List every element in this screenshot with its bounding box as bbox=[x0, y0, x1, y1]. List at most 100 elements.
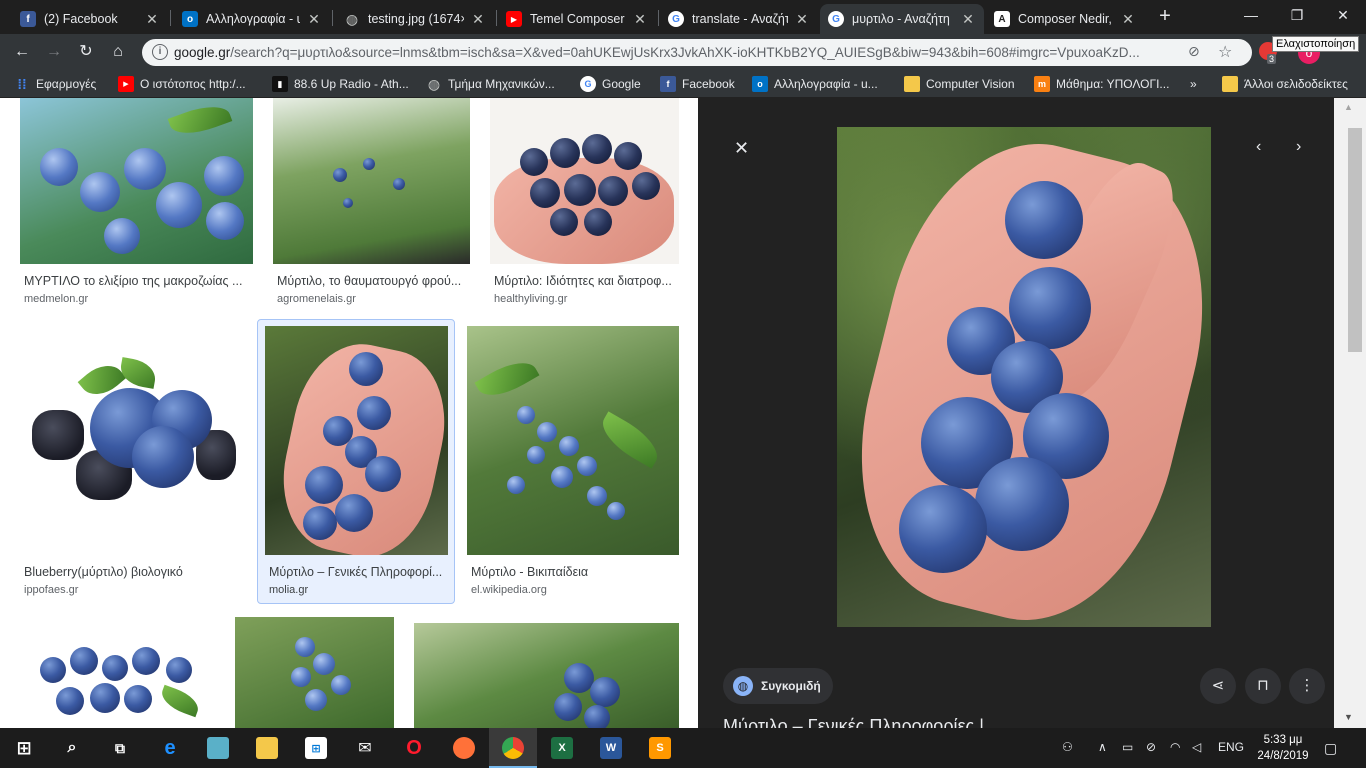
tab-youtube[interactable]: ▶ Temel Composer K ✕ bbox=[498, 4, 656, 34]
chevron-up-icon[interactable]: ∧ bbox=[1098, 740, 1107, 754]
image-result[interactable] bbox=[414, 623, 679, 728]
notifications-icon[interactable]: ▢ bbox=[1324, 740, 1337, 757]
taskbar-explorer[interactable] bbox=[243, 728, 291, 768]
tab-translate[interactable]: G translate - Αναζήτ ✕ bbox=[660, 4, 818, 34]
bookmark-apps[interactable]: ⁞⁞ Εφαρμογές bbox=[14, 75, 96, 93]
bookmark-course[interactable]: m Μάθημα: ΥΠΟΛΟΓΙ... bbox=[1034, 75, 1169, 93]
taskbar-excel[interactable]: X bbox=[538, 728, 586, 768]
info-icon[interactable]: i bbox=[152, 44, 168, 60]
excel-icon: X bbox=[551, 737, 573, 759]
taskbar-chrome[interactable] bbox=[489, 728, 537, 768]
result-thumbnail[interactable] bbox=[20, 326, 245, 555]
close-tab-icon[interactable]: ✕ bbox=[306, 11, 322, 28]
result-thumbnail[interactable] bbox=[20, 617, 215, 728]
scroll-thumb[interactable] bbox=[1348, 128, 1362, 352]
taskbar-word[interactable]: W bbox=[587, 728, 635, 768]
result-thumbnail[interactable] bbox=[273, 98, 470, 264]
taskbar-notes[interactable] bbox=[194, 728, 242, 768]
task-view-button[interactable]: ⧉ bbox=[96, 728, 144, 768]
close-tab-icon[interactable]: ✕ bbox=[470, 11, 486, 28]
minimize-button[interactable]: — bbox=[1228, 0, 1274, 30]
bookmark-computer-vision[interactable]: Computer Vision bbox=[904, 75, 1015, 93]
more-options-icon[interactable]: ⋮ bbox=[1289, 668, 1325, 704]
clock-date: 24/8/2019 bbox=[1257, 750, 1309, 762]
bookmark-department[interactable]: ◍ Τμήμα Μηχανικών... bbox=[426, 75, 555, 93]
result-caption[interactable]: Μύρτιλο: Ιδιότητες και διατροφ... bbox=[494, 274, 677, 288]
language-indicator[interactable]: ENG bbox=[1218, 740, 1244, 754]
result-caption[interactable]: Μύρτιλο – Γενικές Πληροφορί... bbox=[269, 565, 449, 579]
taskbar-firefox[interactable] bbox=[440, 728, 488, 768]
address-url[interactable]: google.gr/search?q=μυρτιλο&source=lnms&t… bbox=[174, 45, 1154, 60]
result-caption[interactable]: Μύρτιλο, το θαυματουργό φρού... bbox=[277, 274, 467, 288]
blocked-cookies-icon[interactable]: ⊘ bbox=[1188, 43, 1200, 60]
taskbar-opera[interactable]: O bbox=[390, 728, 438, 768]
image-result[interactable]: Blueberry(μύρτιλο) βιολογικό ippofaes.gr bbox=[20, 326, 245, 600]
result-thumbnail[interactable] bbox=[490, 98, 679, 264]
tab-facebook[interactable]: f (2) Facebook ✕ bbox=[12, 4, 168, 34]
image-result[interactable] bbox=[235, 617, 394, 728]
page-scrollbar[interactable]: ▲ ▼ bbox=[1334, 98, 1366, 728]
volume-icon[interactable]: ◁ bbox=[1192, 740, 1201, 754]
home-icon[interactable]: ⌂ bbox=[108, 42, 128, 62]
image-result-selected[interactable]: Μύρτιλο – Γενικές Πληροφορί... molia.gr bbox=[257, 319, 455, 604]
previous-image-icon[interactable]: ‹ bbox=[1256, 138, 1261, 156]
new-tab-button[interactable]: + bbox=[1154, 6, 1176, 28]
result-thumbnail[interactable] bbox=[20, 98, 253, 264]
image-result[interactable]: Μύρτιλο - Βικιπαίδεια el.wikipedia.org bbox=[467, 326, 679, 600]
save-bookmark-icon[interactable]: ⊓ bbox=[1245, 668, 1281, 704]
taskbar-edge[interactable]: e bbox=[146, 728, 194, 768]
tab-mail[interactable]: o Αλληλογραφία - u ✕ bbox=[174, 4, 330, 34]
taskbar-sublime[interactable]: S bbox=[636, 728, 684, 768]
image-result[interactable]: Μύρτιλο, το θαυματουργό φρού... agromene… bbox=[273, 98, 470, 308]
bookmark-google[interactable]: G Google bbox=[580, 75, 641, 93]
close-tab-icon[interactable]: ✕ bbox=[794, 11, 810, 28]
next-image-icon[interactable]: › bbox=[1296, 138, 1301, 156]
start-button[interactable]: ⊞ bbox=[0, 728, 48, 768]
close-tab-icon[interactable]: ✕ bbox=[1120, 11, 1136, 28]
taskbar-store[interactable]: ⊞ bbox=[292, 728, 340, 768]
tab-testing-jpg[interactable]: ◍ testing.jpg (1674× ✕ bbox=[336, 4, 494, 34]
bookmark-star-icon[interactable]: ☆ bbox=[1218, 42, 1232, 62]
preview-image[interactable] bbox=[837, 127, 1211, 627]
battery-icon[interactable]: ▭ bbox=[1122, 740, 1133, 754]
back-arrow-icon[interactable]: ← bbox=[12, 42, 32, 62]
restore-button[interactable]: ❐ bbox=[1274, 0, 1320, 30]
scroll-down-arrow-icon[interactable]: ▼ bbox=[1344, 712, 1353, 722]
result-thumbnail[interactable] bbox=[467, 326, 679, 555]
tab-composer[interactable]: A Composer Nedir, N ✕ bbox=[986, 4, 1144, 34]
image-result[interactable] bbox=[20, 617, 215, 728]
bookmark-site[interactable]: ▶ Ο ιστότοπος http:/... bbox=[118, 75, 246, 93]
close-tab-icon[interactable]: ✕ bbox=[144, 11, 160, 28]
result-thumbnail[interactable] bbox=[235, 617, 394, 728]
search-button[interactable]: ⌕ bbox=[48, 728, 96, 768]
bookmark-other[interactable]: Άλλοι σελιδοδείκτες bbox=[1222, 75, 1348, 93]
close-tab-icon[interactable]: ✕ bbox=[632, 11, 648, 28]
tab-myrtilo-search[interactable]: G μυρτιλο - Αναζήτη ✕ bbox=[820, 4, 984, 34]
address-bar[interactable]: i google.gr/search?q=μυρτιλο&source=lnms… bbox=[142, 39, 1252, 66]
collections-button[interactable]: ◍ Συγκομιδή bbox=[723, 668, 833, 704]
people-icon[interactable]: ⚇ bbox=[1062, 740, 1073, 754]
wifi-icon[interactable]: ◠ bbox=[1170, 740, 1180, 754]
scroll-up-arrow-icon[interactable]: ▲ bbox=[1344, 102, 1353, 112]
result-caption[interactable]: Μύρτιλο - Βικιπαίδεια bbox=[471, 565, 676, 579]
clock[interactable]: 5:33 μμ 24/8/2019 bbox=[1253, 732, 1313, 764]
bookmark-facebook[interactable]: f Facebook bbox=[660, 75, 735, 93]
result-caption[interactable]: ΜΥΡΤΙΛΟ το ελιξίριο της μακροζωίας ... bbox=[24, 274, 249, 288]
network-icon[interactable]: ⊘ bbox=[1146, 740, 1156, 754]
globe-icon: ◍ bbox=[427, 75, 441, 92]
forward-arrow-icon[interactable]: → bbox=[44, 42, 64, 62]
close-preview-icon[interactable]: ✕ bbox=[734, 138, 749, 159]
result-caption[interactable]: Blueberry(μύρτιλο) βιολογικό bbox=[24, 565, 242, 579]
close-window-button[interactable]: ✕ bbox=[1320, 0, 1366, 30]
image-result[interactable]: ΜΥΡΤΙΛΟ το ελιξίριο της μακροζωίας ... m… bbox=[20, 98, 253, 308]
taskbar-mail[interactable]: ✉ bbox=[341, 728, 389, 768]
bookmark-mail[interactable]: o Αλληλογραφία - u... bbox=[752, 75, 878, 93]
share-icon[interactable]: ⋖ bbox=[1200, 668, 1236, 704]
bookmarks-overflow[interactable]: » bbox=[1190, 75, 1197, 93]
reload-icon[interactable]: ↻ bbox=[76, 42, 96, 62]
image-result[interactable]: Μύρτιλο: Ιδιότητες και διατροφ... health… bbox=[490, 98, 679, 308]
result-thumbnail[interactable] bbox=[265, 326, 448, 555]
close-tab-icon[interactable]: ✕ bbox=[960, 11, 976, 28]
bookmark-radio[interactable]: ▮ 88.6 Up Radio - Ath... bbox=[272, 75, 409, 93]
result-thumbnail[interactable] bbox=[414, 623, 679, 728]
